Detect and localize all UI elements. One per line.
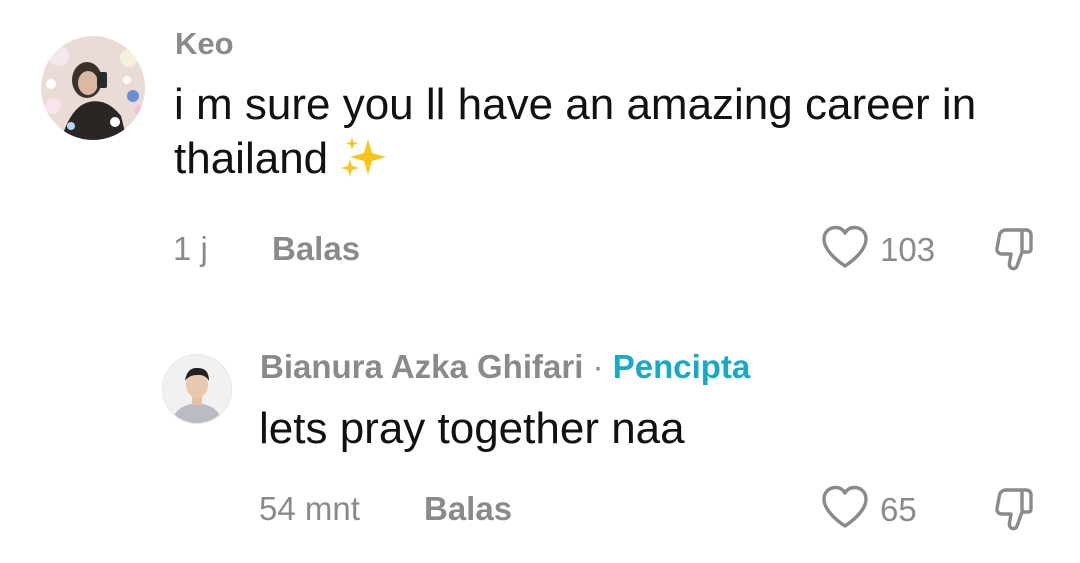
like-count: 65	[880, 490, 917, 528]
dislike-button[interactable]	[990, 224, 1040, 279]
heart-outline-icon	[820, 484, 870, 535]
like-button[interactable]: 65	[820, 484, 917, 535]
reply-username-row: Bianura Azka Ghifari · Pencipta	[260, 348, 750, 386]
comment-username[interactable]: Bianura Azka Ghifari	[260, 348, 583, 385]
thumbs-down-outline-icon	[990, 488, 1040, 538]
comment-timestamp: 1 j	[173, 230, 208, 267]
reply-comment-item: Bianura Azka Ghifari · Pencipta lets pra…	[0, 290, 1080, 563]
avatar[interactable]	[41, 36, 145, 140]
separator-dot: ·	[592, 348, 604, 385]
comment-text: i m sure you ll have an amazing career i…	[174, 78, 1034, 191]
like-count: 103	[880, 230, 936, 268]
sparkles-emoji-icon	[340, 135, 388, 192]
reply-button[interactable]: Balas	[424, 490, 512, 528]
comment-timestamp: 54 mnt	[259, 490, 360, 527]
comment-item: Keo i m sure you ll have an amazing care…	[0, 0, 1080, 290]
thumbs-down-outline-icon	[990, 228, 1040, 278]
creator-badge: Pencipta	[612, 348, 751, 385]
comment-text-content: i m sure you ll have an amazing career i…	[174, 80, 977, 183]
dislike-button[interactable]	[990, 484, 1040, 539]
comment-text: lets pray together naa	[259, 404, 685, 453]
comment-username[interactable]: Keo	[175, 26, 234, 62]
reply-button[interactable]: Balas	[272, 230, 360, 268]
like-button[interactable]: 103	[820, 224, 935, 275]
heart-outline-icon	[820, 224, 870, 275]
avatar[interactable]	[162, 354, 232, 424]
